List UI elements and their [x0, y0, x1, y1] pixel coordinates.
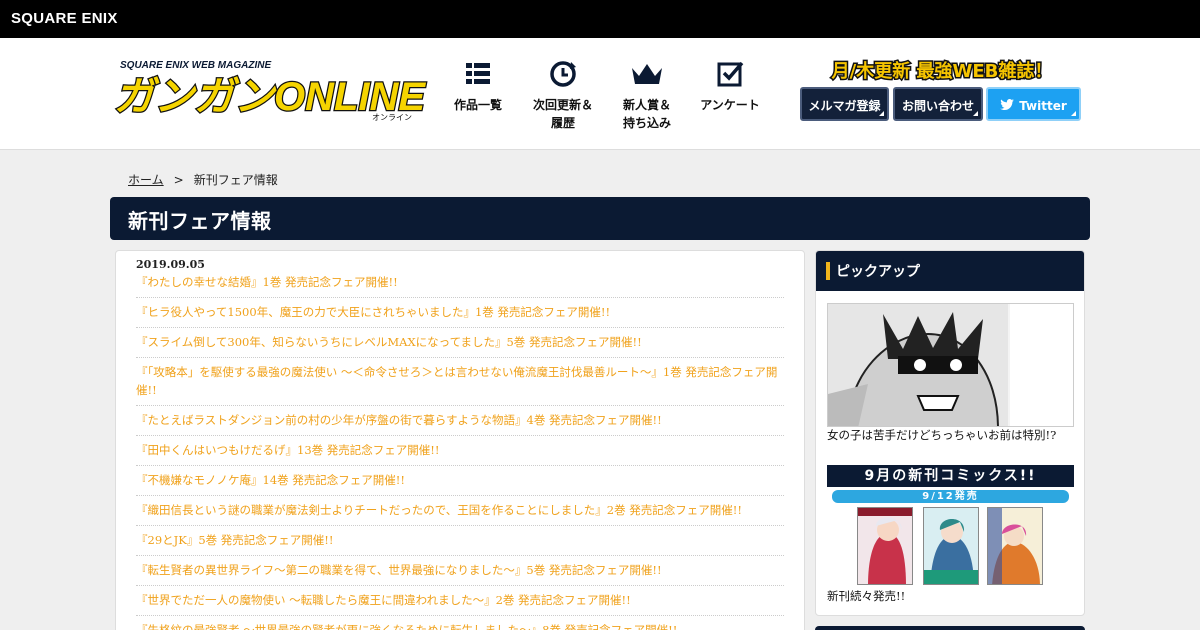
fair-list-item[interactable]: 『世界でただ一人の魔物使い ～転職したら魔王に間違われました～』2巻 発売記念フ… [136, 586, 784, 616]
pickup-header: ピックアップ [816, 251, 1084, 291]
mailmag-label: メルマガ登録 [808, 99, 881, 113]
fair-list-item[interactable]: 『不機嫌なモノノケ庵』14巻 発売記念フェア開催!! [136, 466, 784, 496]
corner-arrow-icon [1071, 111, 1076, 116]
contact-label: お問い合わせ [901, 99, 974, 113]
comic-cover [857, 507, 913, 585]
tagline-text: 月/木更新 最強WEB雑誌！ [831, 60, 1053, 82]
crown-icon [632, 64, 662, 84]
breadcrumb-home-link[interactable]: ホーム [128, 173, 164, 187]
twitter-bird-icon [1000, 99, 1015, 111]
pickup-banner-manga[interactable]: …俺みてぇのが勉強なんておかしいってか [827, 303, 1074, 427]
fair-list-item[interactable]: 『織田信長という謎の職業が魔法剣士よりチートだったので、王国を作ることにしました… [136, 496, 784, 526]
fair-list-item[interactable]: 『29とJK』5巻 発売記念フェア開催!! [136, 526, 784, 556]
fair-list-item[interactable]: 『「攻略本」を駆使する最強の魔法使い ～＜命令させろ＞とは言わせない俺流魔王討伐… [136, 358, 784, 406]
fair-list-item[interactable]: 『転生賢者の異世界ライフ～第二の職業を得て、世界最強になりました～』5巻 発売記… [136, 556, 784, 586]
site-header: SQUARE ENIX WEB MAGAZINE ガンガンONLINE オンライ… [0, 38, 1200, 150]
pickup-caption[interactable]: 女の子は苦手だけどちっちゃいお前は特別!? [827, 427, 1056, 443]
update-tagline: 月/木更新 最強WEB雑誌！ [805, 58, 1080, 83]
nav-label: 新人賞＆持ち込み [622, 98, 671, 130]
nav-newcomer-award[interactable]: 新人賞＆持ち込み [602, 60, 692, 132]
contact-button[interactable]: お問い合わせ [893, 87, 983, 121]
comic-cover [923, 507, 979, 585]
nav-next-update[interactable]: 次回更新＆履歴 [518, 60, 608, 132]
fair-list-item[interactable]: 『ヒラ役人やって1500年、魔王の力で大臣にされちゃいました』1巻 発売記念フェ… [136, 298, 784, 328]
corner-arrow-icon [879, 111, 884, 116]
nav-label: 作品一覧 [453, 98, 502, 112]
nav-label: アンケート [700, 98, 760, 112]
logo-subtitle: SQUARE ENIX WEB MAGAZINE [120, 60, 271, 71]
new-comics-banner[interactable]: 9月の新刊コミックス!! 9/12発売 [827, 465, 1074, 585]
breadcrumb-current: 新刊フェア情報 [193, 173, 278, 187]
mailmag-button[interactable]: メルマガ登録 [800, 87, 889, 121]
fair-list-item[interactable]: 『わたしの幸せな結婚』1巻 発売記念フェア開催!! [136, 271, 784, 298]
fair-list-item[interactable]: 『スライム倒して300年、知らないうちにレベルMAXになってました』5巻 発売記… [136, 328, 784, 358]
breadcrumb-separator: > [173, 173, 184, 187]
corner-arrow-icon [973, 111, 978, 116]
twitter-button[interactable]: Twitter [986, 87, 1081, 121]
fair-list-panel: 2019.09.05 『わたしの幸せな結婚』1巻 発売記念フェア開催!! 『ヒラ… [115, 250, 805, 630]
breadcrumb: ホーム > 新刊フェア情報 [128, 171, 278, 188]
fair-list: 『わたしの幸せな結婚』1巻 発売記念フェア開催!! 『ヒラ役人やって1500年、… [136, 271, 784, 630]
grid-list-icon [466, 63, 490, 84]
twitter-label: Twitter [1019, 99, 1067, 113]
nav-label: 次回更新＆履歴 [532, 98, 593, 130]
fair-list-item[interactable]: 『失格紋の最強賢者 ～世界最強の賢者が更に強くなるために転生しました～』8巻 発… [136, 616, 784, 630]
fair-list-item[interactable]: 『田中くんはいつもけだるげ』13巻 発売記念フェア開催!! [136, 436, 784, 466]
nav-works-list[interactable]: 作品一覧 [433, 60, 523, 114]
square-enix-logo[interactable]: SQUARE ENIX [11, 10, 118, 27]
comic-cover [987, 507, 1043, 585]
post-date: 2019.09.05 [136, 258, 205, 271]
next-sidebar-box [815, 626, 1085, 630]
logo-kana: オンライン [372, 113, 412, 122]
top-bar: SQUARE ENIX [0, 0, 1200, 38]
gangan-online-logo[interactable]: SQUARE ENIX WEB MAGAZINE ガンガンONLINE オンライ… [110, 58, 428, 124]
pickup-sidebar: ピックアップ …俺みてぇのが勉強なんておかしいってか 女の子は苦手だけどちっちゃ… [815, 250, 1085, 616]
release-date-band: 9/12発売 [832, 490, 1069, 503]
pickup-title: ピックアップ [836, 264, 920, 280]
fair-list-item[interactable]: 『たとえばラストダンジョン前の村の少年が序盤の街で暮らすような物語』4巻 発売記… [136, 406, 784, 436]
clock-history-icon [550, 61, 576, 87]
new-comics-caption[interactable]: 新刊続々発売!! [827, 588, 905, 604]
page-title: 新刊フェア情報 [128, 209, 272, 233]
checkbox-icon [717, 61, 744, 87]
page-title-bar: 新刊フェア情報 [110, 197, 1090, 240]
new-comics-title: 9月の新刊コミックス!! [827, 465, 1074, 487]
header-accent-bar [826, 262, 830, 280]
nav-survey[interactable]: アンケート [685, 60, 775, 114]
